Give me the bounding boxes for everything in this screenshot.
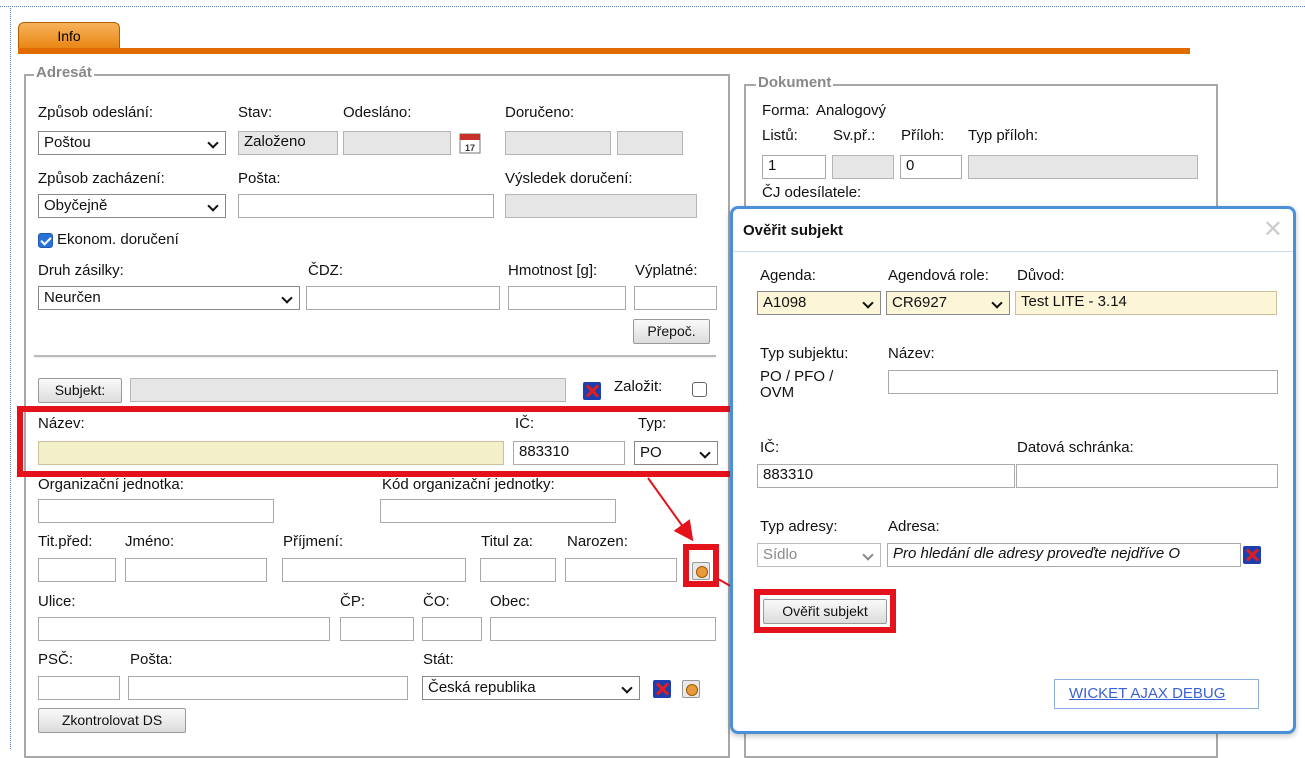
- typ-subjektu-value: PO / PFO / OVM: [760, 368, 834, 401]
- adresa-label: Adresa:: [888, 518, 940, 535]
- dialog-title: Ověřit subjekt: [743, 222, 844, 239]
- typ-adresy-label: Typ adresy:: [760, 518, 838, 535]
- modal-ic-input[interactable]: 883310: [757, 464, 1015, 488]
- datova-schranka-input[interactable]: [1016, 464, 1278, 488]
- modal-nazev-input[interactable]: [888, 370, 1278, 394]
- datova-schranka-label: Datová schránka:: [1017, 439, 1134, 456]
- dialog-header-divider: [733, 251, 1293, 252]
- typ-adresy-select[interactable]: Sídlo: [757, 543, 881, 567]
- modal-ic-label: IČ:: [760, 439, 780, 456]
- close-icon[interactable]: ✕: [1263, 218, 1283, 242]
- agenda-label: Agenda:: [760, 267, 816, 284]
- agenda-select[interactable]: A1098: [757, 291, 881, 315]
- highlight-overit-button: [754, 589, 896, 633]
- modal-nazev-label: Název:: [888, 345, 935, 362]
- agendova-role-select[interactable]: CR6927: [886, 291, 1010, 315]
- clear-adresa-icon[interactable]: [1243, 546, 1261, 564]
- agendova-role-label: Agendová role:: [888, 267, 989, 284]
- overit-subjekt-dialog: Ověřit subjekt ✕ Agenda: Agendová role: …: [730, 206, 1296, 734]
- arrow-to-lookup: [647, 477, 694, 542]
- wicket-debug-link[interactable]: WICKET AJAX DEBUG: [1069, 685, 1225, 702]
- duvod-input[interactable]: Test LITE - 3.14: [1015, 291, 1277, 315]
- typ-subjektu-label: Typ subjektu:: [760, 345, 849, 362]
- duvod-label: Důvod:: [1017, 267, 1065, 284]
- adresa-input[interactable]: Pro hledání dle adresy proveďte nejdříve…: [887, 543, 1241, 567]
